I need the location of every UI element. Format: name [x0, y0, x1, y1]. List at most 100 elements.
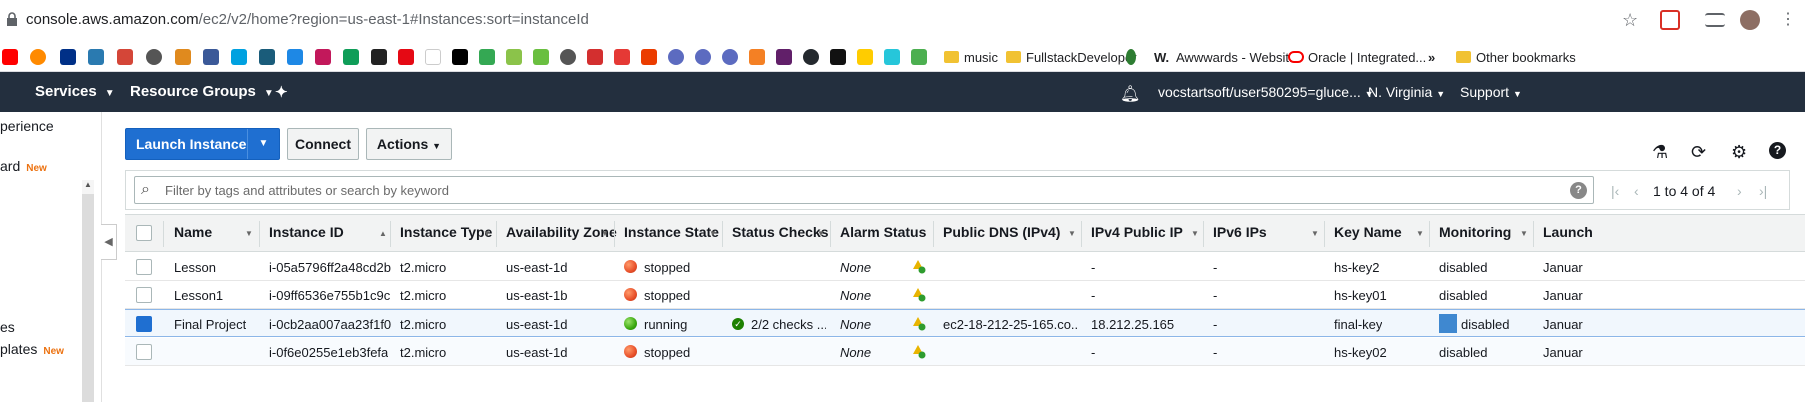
sort-icon[interactable]: ▼: [601, 229, 609, 238]
scroll-up-icon[interactable]: ▲: [82, 180, 94, 194]
table-row[interactable]: i-0f6e0255e1eb3fefa t2.micro us-east-1d …: [125, 338, 1805, 366]
column-header-alarm-status[interactable]: Alarm Status: [840, 224, 926, 240]
collapse-sidebar-button[interactable]: ◀: [101, 224, 117, 260]
star-red-icon[interactable]: [587, 49, 603, 65]
seal-icon[interactable]: [668, 49, 684, 65]
column-header-instance-id[interactable]: Instance ID: [269, 224, 344, 240]
column-header-name[interactable]: Name: [174, 224, 212, 240]
youtube-icon[interactable]: [2, 49, 18, 65]
region-menu[interactable]: N. Virginia ▼: [1368, 84, 1445, 100]
alarm-add-icon[interactable]: [910, 315, 926, 331]
column-header-instance-type[interactable]: Instance Type: [400, 224, 492, 240]
u-icon[interactable]: [884, 49, 900, 65]
codepen-icon[interactable]: [830, 49, 846, 65]
drive-icon[interactable]: [343, 49, 359, 65]
column-header-ipv6-ips[interactable]: IPv6 IPs: [1213, 224, 1267, 240]
column-header-public-dns[interactable]: Public DNS (IPv4): [943, 224, 1060, 240]
play-icon[interactable]: [30, 49, 46, 65]
url-text[interactable]: console.aws.amazon.com/ec2/v2/home?regio…: [26, 11, 589, 28]
facebook-icon[interactable]: [203, 49, 219, 65]
leaf-icon[interactable]: [1126, 49, 1136, 65]
select-all-checkbox[interactable]: [136, 225, 152, 241]
menu-icon[interactable]: ⋮: [1780, 9, 1796, 29]
refresh-icon[interactable]: ⟳: [1691, 142, 1706, 163]
h-icon[interactable]: [452, 49, 468, 65]
netflix-icon[interactable]: [398, 49, 414, 65]
table-row[interactable]: Lesson i-05a5796ff2a48cd2b t2.micro us-e…: [125, 253, 1805, 281]
sidebar-item-experience[interactable]: perience: [0, 118, 54, 134]
alarm-add-icon[interactable]: [910, 258, 926, 274]
cube-icon[interactable]: [371, 49, 387, 65]
alarm-add-icon[interactable]: [910, 286, 926, 302]
bookmark-oracle[interactable]: Oracle | Integrated...: [1308, 50, 1426, 65]
more-bookmarks-button[interactable]: »: [1428, 50, 1435, 65]
sidebar-item-dashboard[interactable]: ard New: [0, 158, 47, 174]
sort-icon[interactable]: ▼: [817, 229, 825, 238]
search-input[interactable]: ⌕ Filter by tags and attributes or searc…: [134, 176, 1594, 204]
row-checkbox[interactable]: [136, 259, 152, 275]
chevron-down-icon[interactable]: ▼: [247, 129, 279, 159]
sort-icon[interactable]: ▼: [1520, 229, 1528, 238]
services-menu[interactable]: Services ▼: [35, 83, 115, 100]
profile-avatar[interactable]: [1740, 10, 1760, 30]
sort-icon[interactable]: ▼: [709, 229, 717, 238]
table-row-selected[interactable]: Final Project i-0cb2aa007aa23f1f0 t2.mic…: [125, 309, 1805, 337]
help-icon[interactable]: ?: [1769, 142, 1786, 159]
site-icon[interactable]: [175, 49, 191, 65]
row-checkbox[interactable]: [136, 344, 152, 360]
column-header-launch[interactable]: Launch: [1543, 224, 1593, 240]
sort-icon[interactable]: ▼: [1191, 229, 1199, 238]
seal2-icon[interactable]: [695, 49, 711, 65]
bookmark-other[interactable]: Other bookmarks: [1476, 50, 1576, 65]
cell-status-checks[interactable]: 2/2 checks ...: [751, 317, 826, 332]
row-checkbox[interactable]: [136, 316, 152, 332]
sort-icon[interactable]: ▼: [245, 229, 253, 238]
maps-icon[interactable]: [479, 49, 495, 65]
seal3-icon[interactable]: [722, 49, 738, 65]
bookmark-awwwards[interactable]: Awwwards - Websit...: [1176, 50, 1300, 65]
monitoring-chart-icon[interactable]: [1439, 314, 1457, 333]
arrow-icon[interactable]: [315, 49, 331, 65]
column-header-status-checks[interactable]: Status Checks: [732, 224, 828, 240]
mb-icon[interactable]: [287, 49, 303, 65]
w3-icon[interactable]: [911, 49, 927, 65]
bookmark-music[interactable]: music: [964, 50, 998, 65]
monitor-icon[interactable]: [259, 49, 275, 65]
app-icon[interactable]: [88, 49, 104, 65]
sort-icon[interactable]: ▼: [1311, 229, 1319, 238]
connect-button[interactable]: Connect: [287, 128, 359, 160]
gear-icon[interactable]: ⚙: [1731, 142, 1747, 163]
cloud-icon[interactable]: [231, 49, 247, 65]
sidebar-scrollbar[interactable]: [82, 180, 94, 402]
first-page-icon[interactable]: |‹: [1611, 183, 1619, 199]
oracle-icon[interactable]: [1288, 51, 1304, 63]
paypal-icon[interactable]: [60, 49, 76, 65]
column-header-ipv4-public-ip[interactable]: IPv4 Public IP: [1091, 224, 1183, 240]
extension-icon[interactable]: [1660, 10, 1680, 30]
account-menu[interactable]: vocstartsoft/user580295=gluce... ▼: [1158, 84, 1374, 100]
ext-icon[interactable]: [506, 49, 522, 65]
support-menu[interactable]: Support ▼: [1460, 84, 1522, 100]
table-row[interactable]: Lesson1 i-09ff6536e755b1c9c t2.micro us-…: [125, 281, 1805, 309]
amazon-icon[interactable]: [425, 49, 441, 65]
column-header-monitoring[interactable]: Monitoring: [1439, 224, 1511, 240]
reading-list-icon[interactable]: [1705, 13, 1725, 27]
sidebar-item-templates[interactable]: plates New: [0, 341, 64, 357]
row-checkbox[interactable]: [136, 287, 152, 303]
slack-icon[interactable]: [776, 49, 792, 65]
bell-icon[interactable]: 🔔︎: [1120, 84, 1140, 104]
bookmark-fullstack[interactable]: FullstackDeveloper: [1026, 50, 1137, 65]
alarm-add-icon[interactable]: [910, 343, 926, 359]
star-red2-icon[interactable]: [614, 49, 630, 65]
stackoverflow-icon[interactable]: [749, 49, 765, 65]
globe2-icon[interactable]: [560, 49, 576, 65]
launch-instance-button[interactable]: Launch Instance ▼: [125, 128, 280, 160]
sort-icon[interactable]: ▼: [1416, 229, 1424, 238]
office-icon[interactable]: [641, 49, 657, 65]
sort-icon[interactable]: ▼: [483, 229, 491, 238]
flask-icon[interactable]: ⚗: [1652, 142, 1668, 163]
github-icon[interactable]: [803, 49, 819, 65]
bracket-icon[interactable]: [533, 49, 549, 65]
sort-icon[interactable]: ▼: [1068, 229, 1076, 238]
help-icon[interactable]: ?: [1570, 182, 1587, 199]
